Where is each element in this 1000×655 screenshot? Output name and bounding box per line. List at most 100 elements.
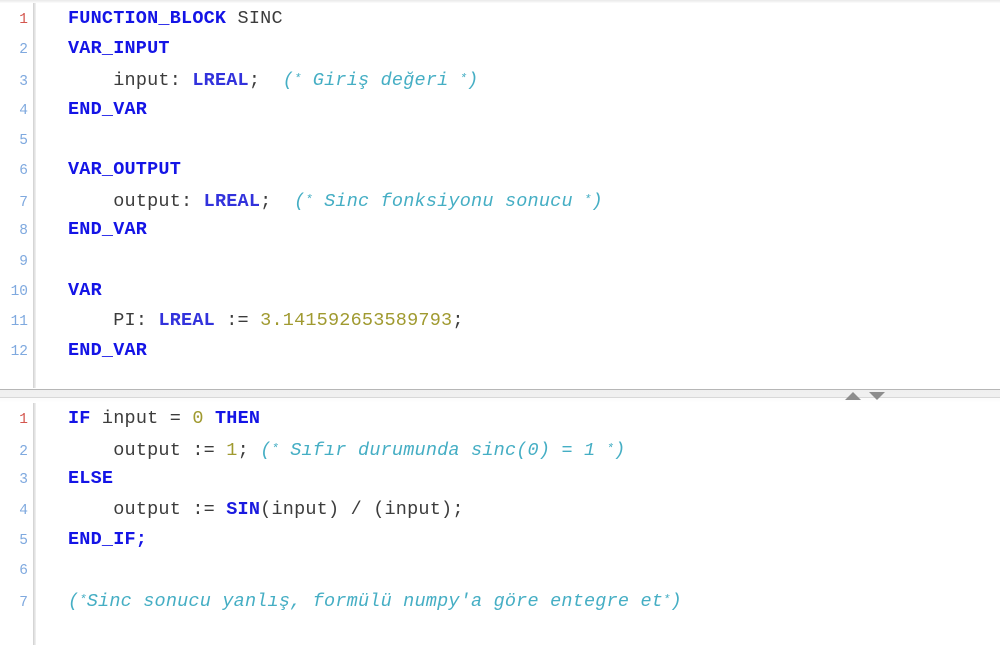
code-line[interactable]: 6 [0, 555, 1000, 585]
code-line-text: END_VAR [33, 215, 1000, 245]
token-op [68, 310, 113, 331]
token-id: SINC [237, 8, 283, 29]
code-line[interactable]: 11 PI: LREAL := 3.141592653589793; [0, 306, 1000, 336]
declaration-code-lines: 1 FUNCTION_BLOCK SINC 2 VAR_INPUT 3 input: L… [0, 3, 1000, 366]
token-id: input: [113, 70, 182, 92]
token-cmt: (*Sinc sonucu yanlış, formülü numpy'a gö… [68, 591, 682, 613]
token-kw: VAR_INPUT [68, 38, 170, 60]
line-number: 7 [19, 195, 28, 212]
token-op [68, 499, 113, 520]
code-line-text: input: LREAL; (* Giriş değeri *) [33, 64, 1000, 96]
code-line-text: VAR_INPUT [33, 34, 1000, 64]
code-line[interactable]: 8 END_VAR [0, 215, 1000, 245]
line-number: 4 [19, 502, 28, 519]
line-number: 5 [19, 132, 28, 149]
code-line[interactable]: 10 VAR [0, 276, 1000, 306]
code-line[interactable]: 3 input: LREAL; (* Giriş değeri *) [0, 64, 1000, 94]
code-line[interactable]: 7 (*Sinc sonucu yanlış, formülü numpy'a g… [0, 585, 1000, 615]
token-kw: END_IF; [68, 528, 148, 550]
code-line-text: output := SIN(input) / (input); [33, 495, 1000, 525]
token-op: = [158, 408, 193, 429]
code-editor-window: 1 FUNCTION_BLOCK SINC 2 VAR_INPUT 3 input: L… [0, 0, 1000, 655]
token-op [226, 8, 237, 29]
implementation-editor-pane[interactable]: 1 IF input = 0 THEN 2 output := 1; (* Sıfı… [0, 403, 1000, 655]
code-line-text: VAR_OUTPUT [33, 155, 1000, 185]
token-kw: END_VAR [68, 98, 148, 120]
code-line[interactable]: 2 VAR_INPUT [0, 34, 1000, 64]
code-line[interactable]: 3 ELSE [0, 464, 1000, 494]
token-op: ); [441, 498, 464, 520]
token-kw: THEN [214, 408, 261, 429]
splitter-scroll-arrows[interactable] [845, 389, 897, 402]
token-op [271, 191, 294, 212]
code-line[interactable]: 7 output: LREAL; (* Sinc fonksiyonu sonu… [0, 185, 1000, 215]
token-cmt: (* Giriş değeri *) [282, 70, 479, 92]
token-op [68, 440, 113, 461]
token-id: PI: [113, 309, 148, 331]
code-line-text: output := 1; (* Sıfır durumunda sinc(0) … [33, 434, 1000, 466]
token-num: 0 [192, 408, 204, 429]
code-line-text: IF input = 0 THEN [33, 404, 1000, 434]
token-fn: SIN [226, 498, 261, 520]
token-ty: LREAL [192, 70, 249, 92]
token-op [249, 440, 260, 461]
code-line-text: FUNCTION_BLOCK SINC [33, 4, 1000, 34]
token-id: output: [113, 191, 193, 213]
token-ty: LREAL [158, 309, 215, 331]
token-op [68, 191, 113, 212]
code-line-text: ELSE [33, 464, 1000, 494]
implementation-code-lines: 1 IF input = 0 THEN 2 output := 1; (* Sıfı… [0, 403, 1000, 615]
code-line-text: END_VAR [33, 336, 1000, 366]
declaration-editor-pane[interactable]: 1 FUNCTION_BLOCK SINC 2 VAR_INPUT 3 input: L… [0, 3, 1000, 388]
token-cmt: (* Sıfır durumunda sinc(0) = 1 *) [260, 440, 626, 462]
pane-splitter[interactable] [0, 388, 1000, 403]
code-line-text: END_IF; [33, 525, 1000, 555]
token-kw: FUNCTION_BLOCK [68, 8, 227, 29]
code-line[interactable]: 1 IF input = 0 THEN [0, 404, 1000, 434]
line-number: 10 [10, 283, 28, 300]
token-op [181, 70, 192, 91]
code-line[interactable]: 9 [0, 246, 1000, 276]
token-kw: IF [68, 408, 91, 429]
token-id: input [384, 498, 442, 520]
token-op: ( [260, 498, 272, 520]
token-id: output [113, 440, 182, 462]
code-line[interactable]: 5 [0, 125, 1000, 155]
token-num: 1 [226, 440, 238, 462]
token-op: := [181, 498, 227, 520]
line-number: 2 [19, 444, 28, 461]
line-number: 6 [19, 562, 28, 579]
line-number: 1 [19, 12, 28, 28]
code-line[interactable]: 12 END_VAR [0, 336, 1000, 366]
token-op: ; [260, 191, 272, 213]
code-line-text: PI: LREAL := 3.141592653589793; [33, 306, 1000, 336]
token-op [192, 191, 203, 212]
token-op: ; [237, 440, 249, 462]
code-line[interactable]: 1 FUNCTION_BLOCK SINC [0, 4, 1000, 34]
token-op [260, 70, 283, 91]
line-number: 12 [10, 344, 28, 361]
triangle-down-icon[interactable] [869, 391, 885, 400]
code-line[interactable]: 2 output := 1; (* Sıfır durumunda sinc(0… [0, 434, 1000, 464]
triangle-up-icon[interactable] [845, 391, 861, 400]
token-kw: END_VAR [68, 340, 148, 362]
code-line-text: VAR [33, 276, 1000, 306]
code-line[interactable]: 4 output := SIN(input) / (input); [0, 495, 1000, 525]
token-kw: VAR [68, 279, 102, 301]
token-num: 3.141592653589793 [260, 309, 453, 331]
token-kw: END_VAR [68, 219, 148, 241]
line-number: 3 [19, 74, 28, 91]
code-line[interactable]: 5 END_IF; [0, 525, 1000, 555]
line-number: 3 [19, 472, 28, 489]
code-line-text: output: LREAL; (* Sinc fonksiyonu sonucu… [33, 185, 1000, 217]
code-line[interactable]: 4 END_VAR [0, 95, 1000, 125]
line-number: 7 [19, 595, 28, 612]
line-number: 9 [19, 253, 28, 270]
token-ty: LREAL [203, 191, 261, 213]
line-number: 8 [19, 223, 28, 240]
line-number: 5 [19, 532, 28, 549]
code-line[interactable]: 6 VAR_OUTPUT [0, 155, 1000, 185]
